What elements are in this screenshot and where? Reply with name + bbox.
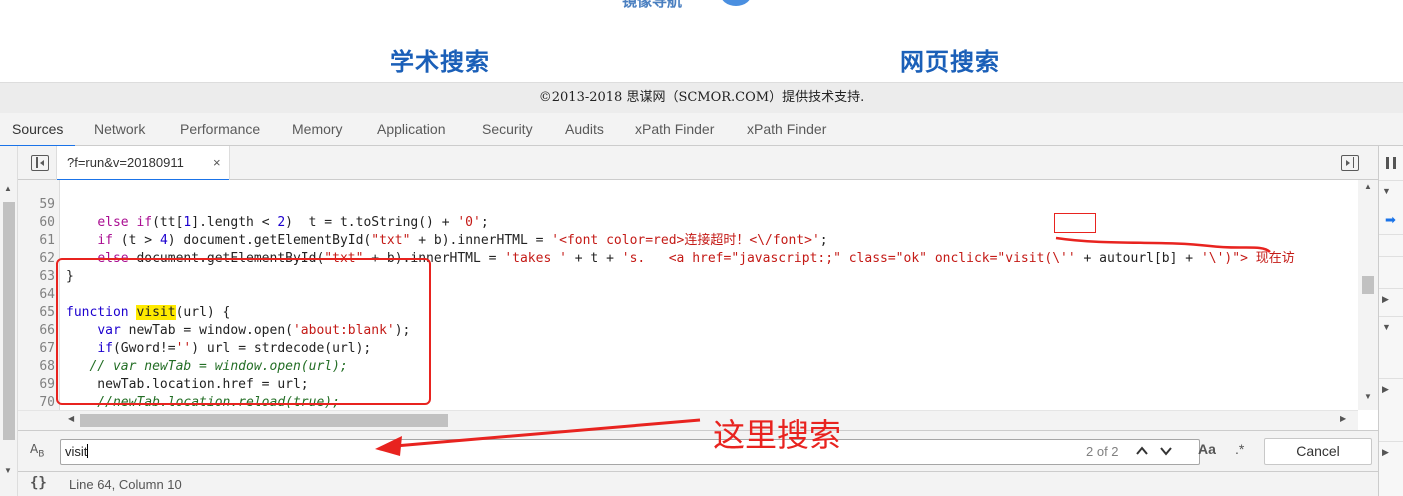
code-horizontal-scrollbar[interactable]: ◀ ▶ — [18, 410, 1358, 430]
webpage-area: 镜像导航 学术搜索 网页搜索 — [0, 0, 1403, 82]
cursor-position: Line 64, Column 10 — [69, 477, 182, 492]
debugger-section-toggle[interactable]: ▶ — [1379, 441, 1403, 463]
scrollbar-thumb[interactable] — [1362, 276, 1374, 294]
code-line[interactable]: 62 } — [18, 232, 1358, 284]
toggle-debugger-icon[interactable] — [1341, 155, 1359, 171]
navigator-scrollbar[interactable] — [3, 202, 15, 440]
academic-search-link[interactable]: 学术搜索 — [390, 42, 490, 77]
tab-sources[interactable]: Sources — [0, 113, 76, 147]
pause-icon[interactable] — [1386, 157, 1396, 169]
previous-match-button[interactable] — [1131, 440, 1153, 464]
annotation-label: 这里搜索 — [713, 416, 842, 454]
debugger-sidebar: ▼ ➡ ▶ ▼ ▶ ▶ — [1378, 146, 1403, 496]
scroll-right-arrow-icon[interactable]: ▶ — [1340, 414, 1346, 423]
chevron-up-icon — [1136, 446, 1148, 455]
nav-circle-icon[interactable] — [720, 0, 752, 6]
file-tab-label: ?f=run&v=20180911 — [67, 155, 184, 170]
editor-tabbar: ?f=run&v=20180911 × — [18, 146, 1378, 181]
close-tab-icon[interactable]: × — [213, 146, 221, 180]
text-cursor — [87, 444, 89, 458]
next-match-button[interactable] — [1155, 440, 1177, 464]
scroll-down-arrow-icon[interactable]: ▼ — [1364, 392, 1372, 401]
debugger-section-toggle[interactable]: ▼ — [1379, 180, 1403, 202]
file-tab[interactable]: ?f=run&v=20180911 × — [56, 146, 230, 181]
tab-application[interactable]: Application — [377, 113, 446, 146]
scroll-down-arrow-icon[interactable]: ▼ — [4, 466, 12, 475]
status-bar: {} Line 64, Column 10 — [18, 471, 1378, 496]
match-case-button[interactable]: Aa — [1198, 441, 1216, 457]
tab-performance[interactable]: Performance — [180, 113, 260, 146]
tab-xpath-finder-2[interactable]: xPath Finder — [747, 113, 826, 146]
tab-audits[interactable]: Audits — [565, 113, 604, 146]
annotation-box-visit — [1054, 213, 1096, 233]
tab-memory[interactable]: Memory — [292, 113, 343, 146]
scrollbar-thumb[interactable] — [80, 414, 448, 427]
tab-security[interactable]: Security — [482, 113, 533, 146]
search-query: visit — [65, 444, 88, 459]
debugger-section-toggle[interactable]: ▼ — [1379, 316, 1403, 338]
regex-button[interactable]: .* — [1235, 441, 1244, 457]
debugger-section — [1379, 234, 1403, 256]
debugger-section-toggle[interactable]: ▶ — [1379, 378, 1403, 400]
search-bar: AB visit 2 of 2 Aa .* Cancel — [18, 430, 1378, 471]
tab-network[interactable]: Network — [94, 113, 145, 146]
debugger-section-toggle[interactable]: ▶ — [1379, 288, 1403, 310]
code-line[interactable]: 61 else document.getElementById("txt" + … — [18, 214, 1358, 266]
annotation-box — [56, 258, 431, 405]
devtools-tabbar: Sources Network Performance Memory Appli… — [0, 113, 1403, 147]
replace-toggle-icon[interactable]: AB — [30, 442, 44, 459]
web-search-link[interactable]: 网页搜索 — [900, 42, 1000, 77]
navigator-panel: ▲ ▼ — [0, 146, 18, 496]
page-footer: ©2013-2018 思谋网（SCMOR.COM）提供技术支持. — [0, 82, 1403, 113]
code-line[interactable]: 60 if (t > 4) document.getElementById("t… — [18, 196, 1358, 248]
scroll-up-arrow-icon[interactable]: ▲ — [1364, 182, 1372, 191]
chevron-down-icon — [1160, 447, 1172, 456]
code-vertical-scrollbar[interactable]: ▲ ▼ — [1358, 180, 1378, 410]
scroll-up-arrow-icon[interactable]: ▲ — [4, 184, 12, 193]
search-input[interactable]: visit — [60, 439, 1200, 465]
code-line[interactable]: 59 else if(tt[1].length < 2) t = t.toStr… — [18, 180, 1358, 230]
match-count: 2 of 2 — [1086, 444, 1119, 459]
cancel-button[interactable]: Cancel — [1264, 438, 1372, 465]
pretty-print-icon[interactable]: {} — [30, 475, 47, 491]
tab-xpath-finder-1[interactable]: xPath Finder — [635, 113, 714, 146]
toggle-navigator-icon[interactable] — [31, 155, 49, 171]
scroll-left-arrow-icon[interactable]: ◀ — [68, 414, 74, 423]
debugger-section — [1379, 256, 1403, 278]
step-arrow-icon[interactable]: ➡ — [1385, 212, 1396, 228]
nav-label[interactable]: 镜像导航 — [622, 0, 682, 11]
